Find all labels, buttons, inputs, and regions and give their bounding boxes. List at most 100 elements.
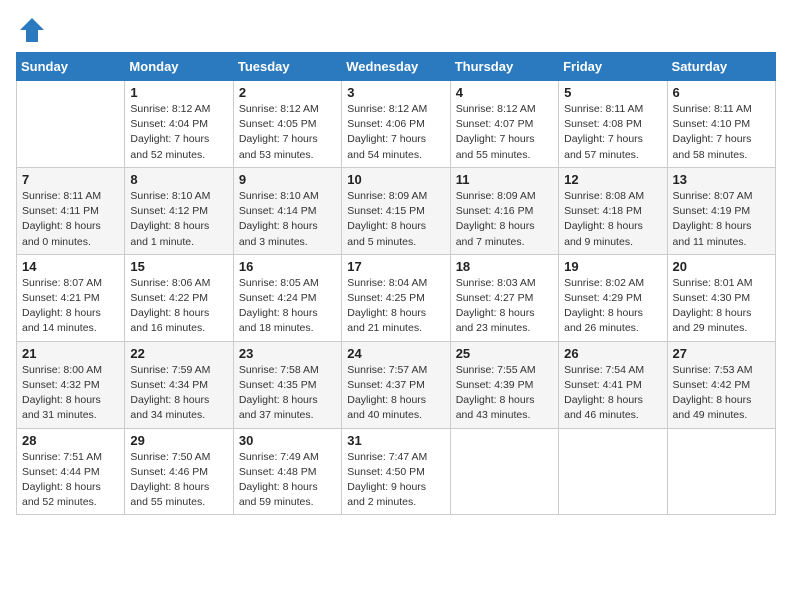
day-info: Sunrise: 8:12 AMSunset: 4:05 PMDaylight:… [239, 102, 336, 163]
calendar-cell: 22 Sunrise: 7:59 AMSunset: 4:34 PMDayligh… [125, 341, 233, 428]
calendar-cell: 13 Sunrise: 8:07 AMSunset: 4:19 PMDayligh… [667, 167, 775, 254]
day-number: 1 [130, 85, 227, 100]
day-number: 3 [347, 85, 444, 100]
day-info: Sunrise: 8:06 AMSunset: 4:22 PMDaylight:… [130, 276, 227, 337]
calendar-cell: 30 Sunrise: 7:49 AMSunset: 4:48 PMDayligh… [233, 428, 341, 515]
day-info: Sunrise: 8:12 AMSunset: 4:04 PMDaylight:… [130, 102, 227, 163]
day-info: Sunrise: 8:07 AMSunset: 4:21 PMDaylight:… [22, 276, 119, 337]
calendar-cell: 3 Sunrise: 8:12 AMSunset: 4:06 PMDaylight… [342, 81, 450, 168]
day-info: Sunrise: 8:09 AMSunset: 4:16 PMDaylight:… [456, 189, 553, 250]
day-number: 31 [347, 433, 444, 448]
day-info: Sunrise: 8:01 AMSunset: 4:30 PMDaylight:… [673, 276, 770, 337]
day-number: 4 [456, 85, 553, 100]
day-number: 12 [564, 172, 661, 187]
calendar-cell: 2Sunrise: 8:12 AMSunset: 4:05 PMDaylight… [233, 81, 341, 168]
day-number: 20 [673, 259, 770, 274]
day-info: Sunrise: 8:10 AMSunset: 4:14 PMDaylight:… [239, 189, 336, 250]
day-info: Sunrise: 7:58 AMSunset: 4:35 PMDaylight:… [239, 363, 336, 424]
calendar-cell: 26Sunrise: 7:54 AMSunset: 4:41 PMDayligh… [559, 341, 667, 428]
weekday-header-friday: Friday [559, 53, 667, 81]
day-number: 26 [564, 346, 661, 361]
day-number: 19 [564, 259, 661, 274]
day-info: Sunrise: 7:50 AMSunset: 4:46 PMDaylight:… [130, 450, 227, 511]
calendar-cell: 8 Sunrise: 8:10 AMSunset: 4:12 PMDaylight… [125, 167, 233, 254]
day-info: Sunrise: 8:09 AMSunset: 4:15 PMDaylight:… [347, 189, 444, 250]
day-number: 30 [239, 433, 336, 448]
day-info: Sunrise: 8:11 AMSunset: 4:10 PMDaylight:… [673, 102, 770, 163]
calendar-cell: 16 Sunrise: 8:05 AMSunset: 4:24 PMDayligh… [233, 254, 341, 341]
day-info: Sunrise: 7:57 AMSunset: 4:37 PMDaylight:… [347, 363, 444, 424]
day-info: Sunrise: 7:51 AMSunset: 4:44 PMDaylight:… [22, 450, 119, 511]
day-number: 24 [347, 346, 444, 361]
day-number: 10 [347, 172, 444, 187]
day-info: Sunrise: 8:03 AMSunset: 4:27 PMDaylight:… [456, 276, 553, 337]
day-number: 13 [673, 172, 770, 187]
day-number: 6 [673, 85, 770, 100]
weekday-header-sunday: Sunday [17, 53, 125, 81]
calendar-cell: 15 Sunrise: 8:06 AMSunset: 4:22 PMDayligh… [125, 254, 233, 341]
calendar-cell: 4 Sunrise: 8:12 AMSunset: 4:07 PMDaylight… [450, 81, 558, 168]
calendar-week-5: 28 Sunrise: 7:51 AMSunset: 4:44 PMDayligh… [17, 428, 776, 515]
day-number: 29 [130, 433, 227, 448]
day-number: 17 [347, 259, 444, 274]
calendar-cell: 9 Sunrise: 8:10 AMSunset: 4:14 PMDaylight… [233, 167, 341, 254]
day-info: Sunrise: 7:49 AMSunset: 4:48 PMDaylight:… [239, 450, 336, 511]
calendar-table: SundayMondayTuesdayWednesdayThursdayFrid… [16, 52, 776, 515]
day-info: Sunrise: 8:05 AMSunset: 4:24 PMDaylight:… [239, 276, 336, 337]
weekday-header-monday: Monday [125, 53, 233, 81]
calendar-cell [667, 428, 775, 515]
day-info: Sunrise: 7:59 AMSunset: 4:34 PMDaylight:… [130, 363, 227, 424]
calendar-cell: 19 Sunrise: 8:02 AMSunset: 4:29 PMDayligh… [559, 254, 667, 341]
day-info: Sunrise: 8:02 AMSunset: 4:29 PMDaylight:… [564, 276, 661, 337]
day-info: Sunrise: 8:12 AMSunset: 4:06 PMDaylight:… [347, 102, 444, 163]
day-info: Sunrise: 8:11 AMSunset: 4:08 PMDaylight:… [564, 102, 661, 163]
day-number: 18 [456, 259, 553, 274]
day-info: Sunrise: 8:08 AMSunset: 4:18 PMDaylight:… [564, 189, 661, 250]
calendar-cell: 11 Sunrise: 8:09 AMSunset: 4:16 PMDayligh… [450, 167, 558, 254]
calendar-week-1: 1 Sunrise: 8:12 AMSunset: 4:04 PMDaylight… [17, 81, 776, 168]
day-info: Sunrise: 8:00 AMSunset: 4:32 PMDaylight:… [22, 363, 119, 424]
day-number: 14 [22, 259, 119, 274]
calendar-cell: 5 Sunrise: 8:11 AMSunset: 4:08 PMDaylight… [559, 81, 667, 168]
day-number: 9 [239, 172, 336, 187]
calendar-cell: 18 Sunrise: 8:03 AMSunset: 4:27 PMDayligh… [450, 254, 558, 341]
day-info: Sunrise: 8:10 AMSunset: 4:12 PMDaylight:… [130, 189, 227, 250]
day-info: Sunrise: 7:53 AMSunset: 4:42 PMDaylight:… [673, 363, 770, 424]
day-info: Sunrise: 7:55 AMSunset: 4:39 PMDaylight:… [456, 363, 553, 424]
weekday-header-tuesday: Tuesday [233, 53, 341, 81]
calendar-cell [17, 81, 125, 168]
day-number: 5 [564, 85, 661, 100]
day-info: Sunrise: 7:47 AMSunset: 4:50 PMDaylight:… [347, 450, 444, 511]
calendar-cell: 12 Sunrise: 8:08 AMSunset: 4:18 PMDayligh… [559, 167, 667, 254]
logo [16, 16, 46, 44]
weekday-header-row: SundayMondayTuesdayWednesdayThursdayFrid… [17, 53, 776, 81]
day-number: 28 [22, 433, 119, 448]
calendar-cell: 27 Sunrise: 7:53 AMSunset: 4:42 PMDayligh… [667, 341, 775, 428]
day-number: 8 [130, 172, 227, 187]
day-number: 15 [130, 259, 227, 274]
calendar-cell: 14 Sunrise: 8:07 AMSunset: 4:21 PMDayligh… [17, 254, 125, 341]
header [16, 16, 776, 44]
day-info: Sunrise: 8:12 AMSunset: 4:07 PMDaylight:… [456, 102, 553, 163]
calendar-cell [450, 428, 558, 515]
calendar-cell: 25Sunrise: 7:55 AMSunset: 4:39 PMDayligh… [450, 341, 558, 428]
weekday-header-saturday: Saturday [667, 53, 775, 81]
day-number: 11 [456, 172, 553, 187]
calendar-cell: 7 Sunrise: 8:11 AMSunset: 4:11 PMDaylight… [17, 167, 125, 254]
calendar-cell: 20 Sunrise: 8:01 AMSunset: 4:30 PMDayligh… [667, 254, 775, 341]
calendar-cell: 1 Sunrise: 8:12 AMSunset: 4:04 PMDaylight… [125, 81, 233, 168]
calendar-cell: 23Sunrise: 7:58 AMSunset: 4:35 PMDayligh… [233, 341, 341, 428]
day-info: Sunrise: 8:04 AMSunset: 4:25 PMDaylight:… [347, 276, 444, 337]
day-info: Sunrise: 8:11 AMSunset: 4:11 PMDaylight:… [22, 189, 119, 250]
calendar-cell: 6 Sunrise: 8:11 AMSunset: 4:10 PMDaylight… [667, 81, 775, 168]
weekday-header-thursday: Thursday [450, 53, 558, 81]
calendar-cell: 21Sunrise: 8:00 AMSunset: 4:32 PMDayligh… [17, 341, 125, 428]
calendar-cell: 28 Sunrise: 7:51 AMSunset: 4:44 PMDayligh… [17, 428, 125, 515]
calendar-week-4: 21Sunrise: 8:00 AMSunset: 4:32 PMDayligh… [17, 341, 776, 428]
weekday-header-wednesday: Wednesday [342, 53, 450, 81]
day-number: 22 [130, 346, 227, 361]
day-number: 27 [673, 346, 770, 361]
day-number: 7 [22, 172, 119, 187]
day-info: Sunrise: 8:07 AMSunset: 4:19 PMDaylight:… [673, 189, 770, 250]
day-number: 16 [239, 259, 336, 274]
